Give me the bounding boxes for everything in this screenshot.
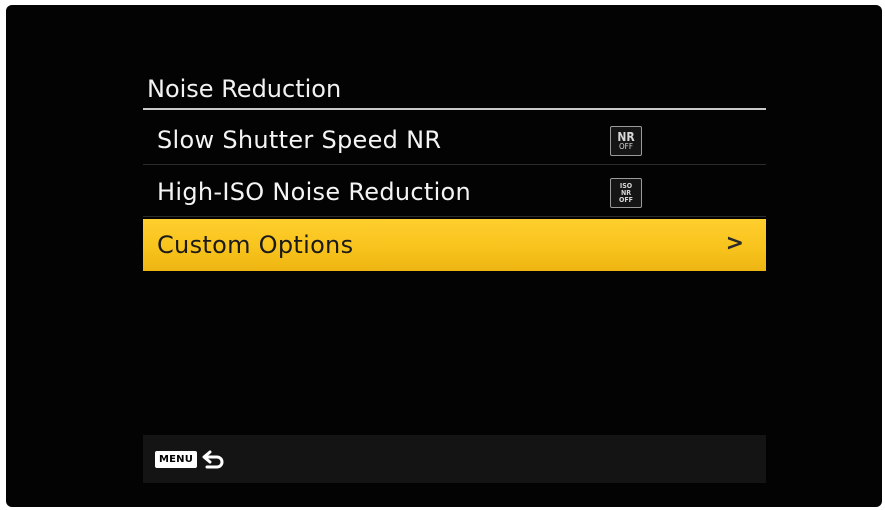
nr-icon-line-2: OFF: [619, 142, 633, 151]
menu-item-custom-options[interactable]: Custom Options >: [143, 219, 766, 271]
menu-item-label: Slow Shutter Speed NR: [157, 125, 442, 154]
menu-button[interactable]: MENU: [155, 450, 198, 468]
menu-item-label: Custom Options: [157, 231, 354, 259]
chevron-right-icon: >: [725, 231, 744, 256]
iso-nr-off-icon: ISO NR OFF: [610, 178, 642, 208]
back-arrow-icon[interactable]: [201, 449, 227, 469]
footer-bar: MENU: [143, 435, 766, 483]
camera-menu-screen: Noise Reduction Slow Shutter Speed NR NR…: [6, 5, 882, 507]
iso-icon-line-3: OFF: [619, 195, 633, 204]
menu-item-label: High-ISO Noise Reduction: [157, 177, 472, 206]
nr-off-icon: NR OFF: [610, 126, 642, 156]
menu-item-high-iso-noise-reduction[interactable]: High-ISO Noise Reduction ISO NR OFF: [143, 167, 766, 217]
title-divider: [143, 108, 766, 110]
menu-title: Noise Reduction: [147, 75, 342, 103]
menu-item-slow-shutter-speed-nr[interactable]: Slow Shutter Speed NR NR OFF: [143, 115, 766, 165]
